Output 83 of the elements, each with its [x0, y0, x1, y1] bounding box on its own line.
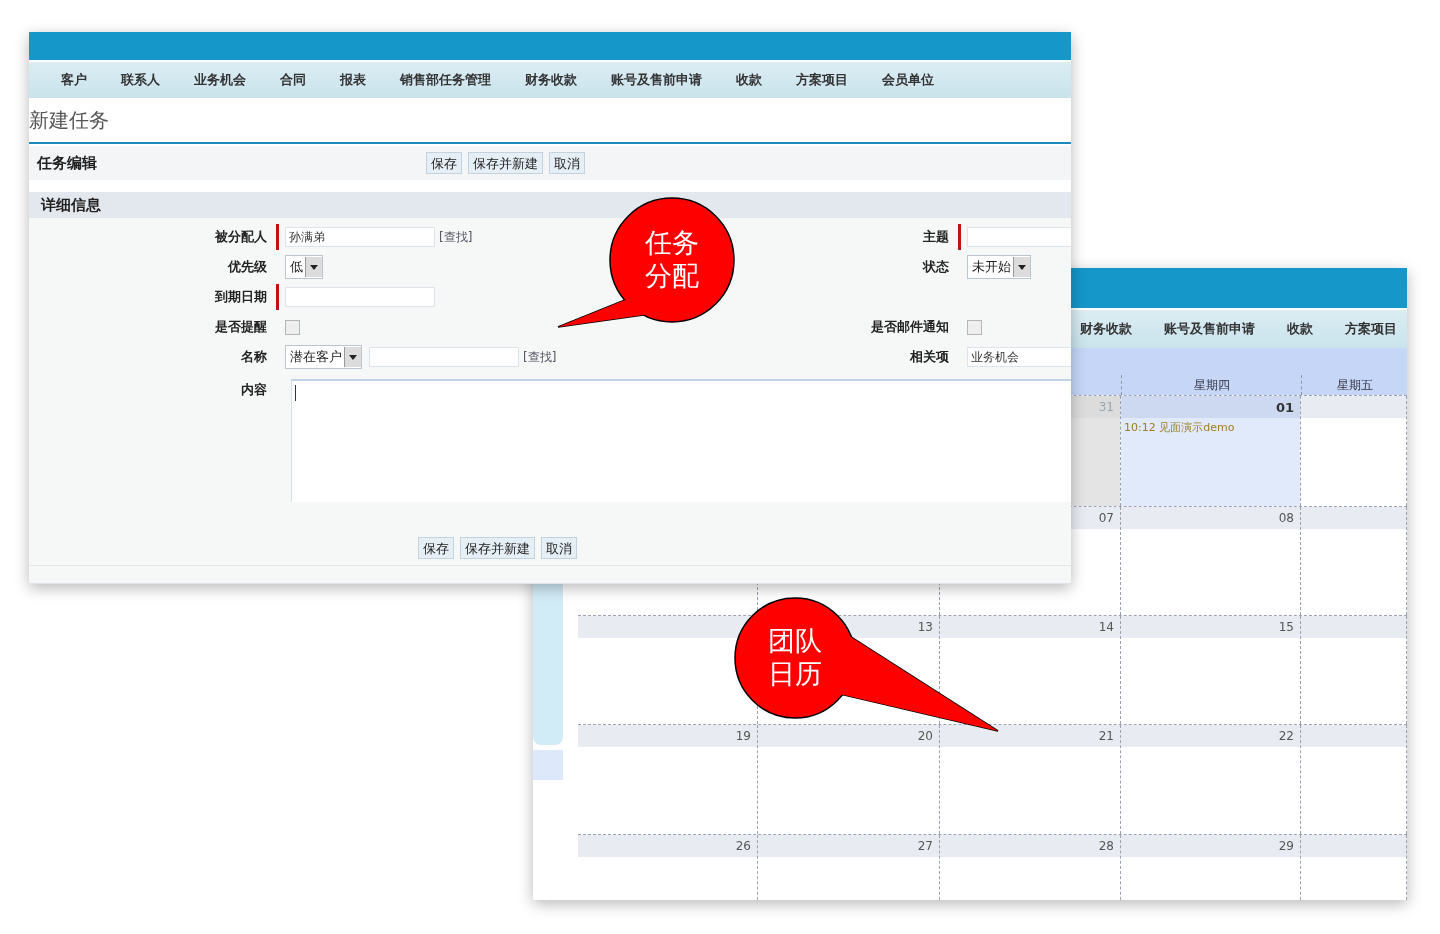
text-field[interactable] — [369, 347, 519, 367]
date-number: 19 — [735, 729, 751, 743]
calendar-day[interactable]: 22 — [1121, 725, 1300, 834]
form-button[interactable]: 保存并新建 — [460, 537, 535, 559]
calendar-day[interactable]: 27 — [758, 835, 939, 900]
caret-icon — [344, 347, 361, 367]
checkbox[interactable] — [967, 319, 982, 335]
calendar-day[interactable]: 08 — [1121, 507, 1300, 615]
dropdown[interactable]: 未开始 — [967, 255, 1031, 279]
date-number: 29 — [1278, 839, 1294, 853]
field-label: 名称 — [240, 348, 268, 366]
form-button[interactable]: 保存并新建 — [468, 152, 543, 174]
required-marker — [276, 284, 279, 310]
nav-tab[interactable]: 合同 — [280, 71, 306, 89]
date-number: 26 — [735, 839, 751, 853]
calendar-day[interactable]: 15 — [1121, 616, 1300, 724]
callout-text: 团队日历 — [768, 624, 822, 690]
section-title: 任务编辑 — [36, 153, 98, 173]
required-marker — [958, 224, 961, 250]
field-label: 相关项 — [909, 348, 950, 366]
calendar-day[interactable]: 01 10:12 见面演示demo — [1121, 396, 1300, 506]
date-number: 07 — [1098, 511, 1114, 525]
weekday-header: 星期四 — [1121, 375, 1301, 395]
calendar-day[interactable]: 26 — [578, 835, 757, 900]
required-marker — [276, 224, 279, 250]
text-field[interactable] — [285, 287, 435, 307]
checkbox[interactable] — [285, 319, 300, 335]
nav-tab[interactable]: 业务机会 — [194, 71, 246, 89]
nav-tab[interactable]: 账号及售前申请 — [1164, 320, 1255, 338]
field-label: 主题 — [922, 228, 950, 246]
form-button[interactable]: 取消 — [549, 152, 585, 174]
nav-tab[interactable]: 财务收款 — [525, 71, 577, 89]
date-number: 15 — [1278, 620, 1294, 634]
nav-tab[interactable]: 收款 — [1287, 320, 1313, 338]
field-label: 内容 — [240, 381, 268, 399]
field-label: 是否提醒 — [214, 318, 268, 336]
field-label: 到期日期 — [214, 288, 268, 306]
text-field[interactable] — [967, 227, 1071, 247]
caret-icon — [305, 257, 322, 277]
dropdown[interactable]: 潜在客户 — [285, 345, 362, 369]
text-field[interactable]: 业务机会 — [967, 347, 1071, 367]
caret-icon — [1013, 257, 1030, 277]
calendar-day[interactable]: 19 — [578, 725, 757, 834]
calendar-day[interactable]: 21 — [940, 725, 1120, 834]
nav-tab[interactable]: 财务收款 — [1080, 320, 1132, 338]
calendar-day[interactable]: 29 — [1121, 835, 1300, 900]
nav-tab[interactable]: 联系人 — [121, 71, 160, 89]
calendar-day[interactable]: 14 — [940, 616, 1120, 724]
text-field[interactable]: 孙满弟 — [285, 227, 435, 247]
dropdown[interactable]: 低 — [285, 255, 323, 279]
calendar-day[interactable]: 20 — [758, 725, 939, 834]
text-area[interactable] — [291, 379, 1071, 502]
nav-tab[interactable]: 收款 — [736, 71, 762, 89]
nav-tab[interactable]: 方案项目 — [796, 71, 848, 89]
weekday-header: 星期五 — [1301, 375, 1407, 395]
nav-tab[interactable]: 会员单位 — [882, 71, 934, 89]
callout-text: 任务分配 — [645, 226, 699, 292]
page-title: 新建任务 — [29, 106, 109, 134]
date-number: 20 — [917, 729, 933, 743]
nav-tab[interactable]: 销售部任务管理 — [400, 71, 491, 89]
nav-tab[interactable]: 账号及售前申请 — [611, 71, 702, 89]
date-number: 21 — [1098, 729, 1114, 743]
date-number: 27 — [917, 839, 933, 853]
nav-tab[interactable]: 客户 — [61, 71, 87, 89]
date-number: 08 — [1278, 511, 1294, 525]
form-button[interactable]: 取消 — [541, 537, 577, 559]
nav-tab[interactable]: 报表 — [340, 71, 366, 89]
field-label: 是否邮件通知 — [870, 318, 950, 336]
date-number: 31 — [1098, 400, 1114, 414]
section-title: 详细信息 — [41, 195, 101, 215]
field-label: 被分配人 — [213, 228, 268, 246]
calendar-day[interactable]: 28 — [940, 835, 1120, 900]
date-number: 28 — [1098, 839, 1114, 853]
date-number: 01 — [1275, 399, 1294, 415]
lookup-link[interactable]: [查找] — [523, 348, 557, 366]
date-number: 22 — [1278, 729, 1294, 743]
form-button[interactable]: 保存 — [426, 152, 462, 174]
date-number: 14 — [1098, 620, 1114, 634]
field-label: 优先级 — [226, 258, 268, 276]
lookup-link[interactable]: [查找] — [439, 228, 473, 246]
nav-tab[interactable]: 方案项目 — [1345, 320, 1397, 338]
form-button[interactable]: 保存 — [418, 537, 454, 559]
field-label: 状态 — [921, 258, 950, 276]
